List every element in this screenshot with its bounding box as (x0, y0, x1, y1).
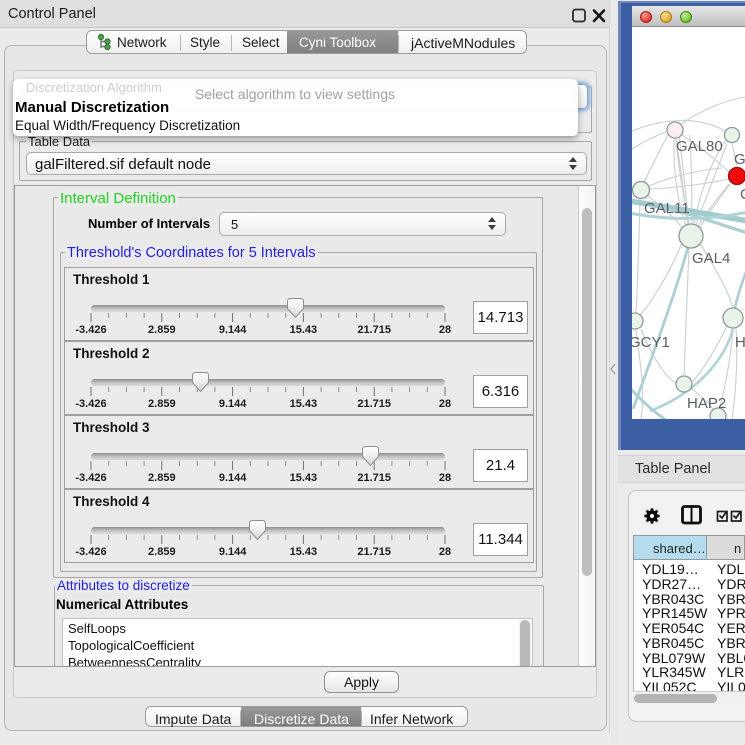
svg-text:9.144: 9.144 (219, 398, 247, 410)
svg-text:-3.426: -3.426 (75, 546, 106, 558)
svg-text:GAL11: GAL11 (644, 200, 690, 217)
svg-text:28: 28 (439, 546, 451, 558)
svg-text:28: 28 (439, 398, 451, 410)
svg-text:2.859: 2.859 (148, 472, 176, 484)
svg-text:GCY1: GCY1 (632, 334, 670, 351)
svg-text:GAL80: GAL80 (676, 138, 723, 155)
svg-text:2.859: 2.859 (148, 324, 176, 336)
svg-text:15.43: 15.43 (290, 472, 318, 484)
svg-text:GAL2: GAL2 (734, 151, 745, 168)
svg-text:21.715: 21.715 (357, 398, 391, 410)
svg-text:HAP2: HAP2 (687, 395, 726, 412)
svg-text:21.715: 21.715 (357, 324, 391, 336)
svg-text:15.43: 15.43 (290, 546, 318, 558)
svg-text:28: 28 (439, 324, 451, 336)
svg-text:2.859: 2.859 (148, 398, 176, 410)
svg-text:28: 28 (439, 472, 451, 484)
svg-text:15.43: 15.43 (290, 398, 318, 410)
svg-text:2.859: 2.859 (148, 546, 176, 558)
svg-text:9.144: 9.144 (219, 546, 247, 558)
svg-text:HIS7: HIS7 (735, 334, 745, 351)
svg-text:GAL4: GAL4 (692, 250, 730, 267)
svg-text:9.144: 9.144 (219, 324, 247, 336)
svg-text:-3.426: -3.426 (75, 472, 106, 484)
svg-text:15.43: 15.43 (290, 324, 318, 336)
svg-text:9.144: 9.144 (219, 472, 247, 484)
svg-text:-3.426: -3.426 (75, 324, 106, 336)
svg-text:21.715: 21.715 (357, 472, 391, 484)
svg-text:CRP1: CRP1 (740, 186, 745, 203)
svg-text:21.715: 21.715 (357, 546, 391, 558)
svg-text:-3.426: -3.426 (75, 398, 106, 410)
